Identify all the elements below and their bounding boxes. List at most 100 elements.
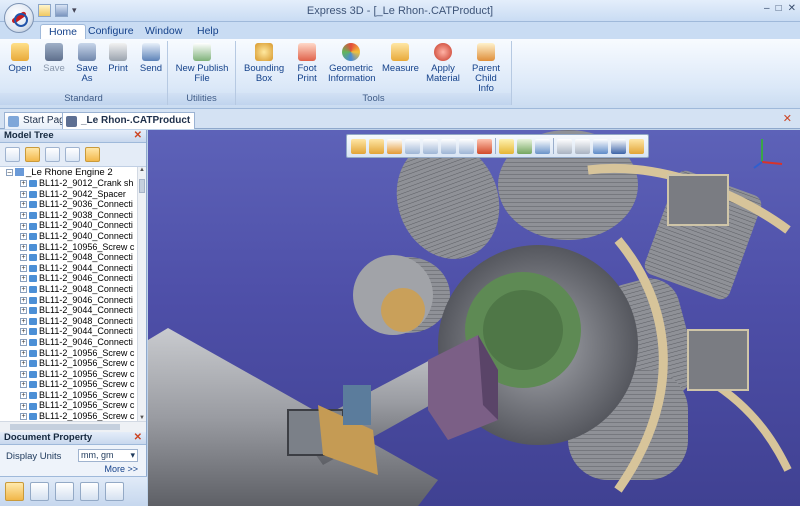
camera-icon[interactable]	[593, 138, 608, 154]
tree-select-icon[interactable]	[25, 147, 40, 162]
tree-item[interactable]: + BL11-2_9046_Connecti	[0, 337, 146, 348]
zoom-icon[interactable]	[405, 138, 420, 154]
tree-item[interactable]: + BL11-2_10956_Screw c	[0, 242, 146, 253]
tree-item[interactable]: + BL11-2_9048_Connecti	[0, 252, 146, 263]
tree-item[interactable]: + BL11-2_9042_Spacer	[0, 189, 146, 200]
scroll-up-icon[interactable]: ▲	[138, 167, 146, 173]
tab-configure[interactable]: Configure	[88, 25, 134, 40]
pan-icon[interactable]	[351, 138, 366, 154]
tree-item[interactable]: + BL11-2_9048_Connecti	[0, 316, 146, 327]
tree-item[interactable]: + BL11-2_10956_Screw c	[0, 400, 146, 411]
tree-item[interactable]: + BL11-2_9040_Connecti	[0, 231, 146, 242]
tree-vertical-scrollbar[interactable]: ▲ ▼	[137, 167, 146, 421]
tree-item[interactable]: + BL11-2_9040_Connecti	[0, 220, 146, 231]
tree-expand-icon[interactable]	[5, 147, 20, 162]
tree-horizontal-scrollbar[interactable]	[0, 421, 146, 432]
expand-icon[interactable]: +	[20, 243, 27, 251]
tree-item[interactable]: + BL11-2_9012_Crank sh	[0, 178, 146, 189]
collapse-icon[interactable]: –	[6, 168, 13, 176]
display-units-select[interactable]: mm, gm	[78, 449, 138, 462]
expand-icon[interactable]: +	[20, 370, 27, 378]
expand-icon[interactable]: +	[20, 413, 27, 421]
expand-icon[interactable]: +	[20, 264, 27, 272]
expand-icon[interactable]: +	[20, 201, 27, 209]
zoom-fit-icon[interactable]	[441, 138, 456, 154]
zoom-box-icon[interactable]	[459, 138, 474, 154]
tree-item[interactable]: + BL11-2_9046_Connecti	[0, 273, 146, 284]
expand-icon[interactable]: +	[20, 328, 27, 336]
apply-material-button[interactable]: Apply Material	[426, 43, 460, 84]
save-button[interactable]: Save	[40, 43, 68, 74]
rotate-icon[interactable]	[369, 138, 384, 154]
zoom-window-icon[interactable]	[423, 138, 438, 154]
render-mode-icon[interactable]	[499, 138, 514, 154]
parent-child-info-button[interactable]: Parent Child Info	[466, 43, 506, 94]
app-menu-button[interactable]	[4, 3, 34, 33]
tree-item[interactable]: + BL11-2_9044_Connecti	[0, 305, 146, 316]
light-icon[interactable]	[575, 138, 590, 154]
expand-icon[interactable]: +	[20, 211, 27, 219]
expand-icon[interactable]: +	[20, 222, 27, 230]
tree-root-node[interactable]: – _Le Rhone Engine 2	[0, 167, 146, 178]
measure-button[interactable]: Measure	[382, 43, 419, 74]
expand-icon[interactable]: +	[20, 254, 27, 262]
tree-item[interactable]: + BL11-2_10956_Screw c	[0, 369, 146, 380]
tree-link-icon[interactable]	[45, 147, 60, 162]
view-cube-icon[interactable]	[477, 138, 492, 154]
tab-home[interactable]: Home	[40, 24, 87, 40]
section-icon[interactable]	[517, 138, 532, 154]
tree-item[interactable]: + BL11-2_9046_Connecti	[0, 295, 146, 306]
new-publish-file-button[interactable]: New Publish File	[174, 43, 230, 84]
tree-flag-icon[interactable]	[65, 147, 80, 162]
print-button[interactable]: Print	[104, 43, 132, 74]
expand-icon[interactable]: +	[20, 190, 27, 198]
tree-item[interactable]: + BL11-2_9044_Connecti	[0, 326, 146, 337]
maximize-button[interactable]: □	[776, 3, 782, 14]
grid-panel-icon[interactable]	[105, 482, 124, 501]
expand-icon[interactable]: +	[20, 339, 27, 347]
folder-panel-icon[interactable]	[5, 482, 24, 501]
axis-icon[interactable]	[611, 138, 626, 154]
measure-view-icon[interactable]	[557, 138, 572, 154]
tree-item[interactable]: + BL11-2_10956_Screw c	[0, 358, 146, 369]
close-model-tree-icon[interactable]: ✕	[134, 130, 142, 141]
expand-icon[interactable]: +	[20, 286, 27, 294]
expand-icon[interactable]: +	[20, 317, 27, 325]
tree-panel-icon[interactable]	[55, 482, 74, 501]
minimize-button[interactable]: –	[764, 3, 770, 14]
scroll-thumb[interactable]	[139, 179, 145, 193]
geometric-information-button[interactable]: Geometric Information	[328, 43, 376, 84]
bounding-box-button[interactable]: Bounding Box	[244, 43, 284, 84]
hscroll-thumb[interactable]	[10, 424, 120, 430]
tree-item[interactable]: + BL11-2_9044_Connecti	[0, 263, 146, 274]
markup-panel-icon[interactable]	[80, 482, 99, 501]
tree-item[interactable]: + BL11-2_10956_Screw c	[0, 411, 146, 421]
explode-icon[interactable]	[535, 138, 550, 154]
expand-icon[interactable]: +	[20, 392, 27, 399]
settings-view-icon[interactable]	[629, 138, 644, 154]
3d-viewport[interactable]	[148, 130, 800, 506]
tree-item[interactable]: + BL11-2_9038_Connecti	[0, 210, 146, 221]
tree-item[interactable]: + BL11-2_10956_Screw c	[0, 379, 146, 390]
tab-help[interactable]: Help	[197, 25, 219, 40]
expand-icon[interactable]: +	[20, 402, 27, 410]
close-document-icon[interactable]: ✕	[783, 112, 792, 125]
tree-item[interactable]: + BL11-2_10956_Screw c	[0, 348, 146, 359]
engine-model[interactable]	[148, 130, 800, 506]
send-button[interactable]: Send	[137, 43, 165, 74]
expand-icon[interactable]: +	[20, 307, 27, 315]
expand-icon[interactable]: +	[20, 180, 27, 188]
search-panel-icon[interactable]	[30, 482, 49, 501]
more-link[interactable]: More >>	[104, 464, 138, 474]
orbit-icon[interactable]	[387, 138, 402, 154]
tree-item[interactable]: + BL11-2_9036_Connecti	[0, 199, 146, 210]
tree-filter-icon[interactable]	[85, 147, 100, 162]
save-as-button[interactable]: Save As	[73, 43, 101, 84]
tree-item[interactable]: + BL11-2_9048_Connecti	[0, 284, 146, 295]
tab-catproduct[interactable]: _Le Rhon-.CATProduct	[62, 112, 196, 129]
close-button[interactable]: ✕	[788, 3, 796, 14]
open-button[interactable]: Open	[6, 43, 34, 74]
expand-icon[interactable]: +	[20, 275, 27, 283]
expand-icon[interactable]: +	[20, 381, 27, 389]
expand-icon[interactable]: +	[20, 349, 27, 357]
